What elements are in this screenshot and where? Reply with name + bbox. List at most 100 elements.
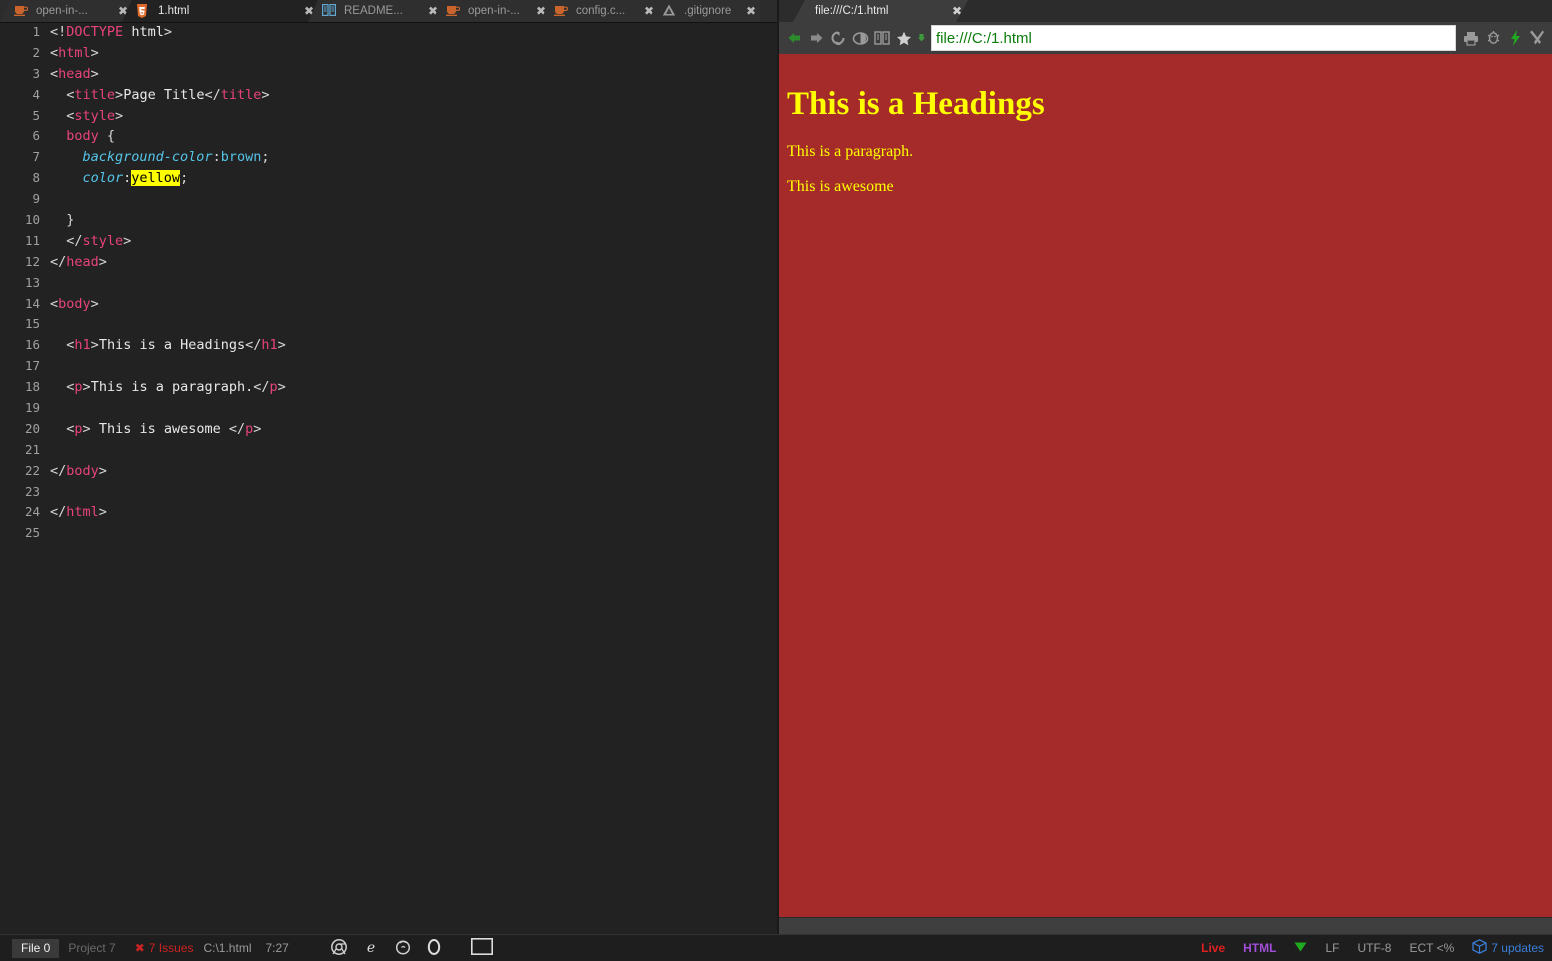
line-content[interactable]: background-color:brown; [50, 147, 269, 168]
editor-tab-1-html[interactable]: 1.html✖ [122, 0, 318, 22]
status-file-chip[interactable]: File 0 [12, 939, 59, 958]
triangle-down-icon[interactable] [1294, 941, 1307, 955]
status-template-engine[interactable]: ECT <% [1409, 941, 1454, 955]
line-content[interactable]: <body> [50, 294, 99, 315]
eye-icon[interactable] [849, 26, 871, 50]
forward-arrow-icon[interactable] [805, 26, 827, 50]
code-line[interactable]: 23 [0, 482, 777, 503]
ie-icon[interactable]: e [363, 939, 379, 958]
code-line[interactable]: 17 [0, 356, 777, 377]
close-icon[interactable]: ✖ [296, 6, 314, 16]
status-encoding[interactable]: UTF-8 [1357, 941, 1391, 955]
line-content[interactable]: <style> [50, 106, 123, 127]
firefox-icon[interactable] [395, 939, 411, 958]
printer-icon[interactable] [1460, 26, 1482, 50]
code-line[interactable]: 5 <style> [0, 106, 777, 127]
line-content[interactable]: </html> [50, 502, 107, 523]
line-content[interactable]: <html> [50, 43, 99, 64]
opera-icon[interactable] [427, 939, 441, 958]
reload-icon[interactable] [827, 26, 849, 50]
horizontal-scrollbar[interactable] [779, 917, 1552, 935]
window-icon[interactable] [471, 938, 493, 958]
code-line[interactable]: 12</head> [0, 252, 777, 273]
code-line[interactable]: 24</html> [0, 502, 777, 523]
status-issues[interactable]: ✖ 7 Issues [135, 941, 194, 955]
code-line[interactable]: 4 <title>Page Title</title> [0, 85, 777, 106]
line-content[interactable]: } [50, 210, 74, 231]
line-content[interactable]: body { [50, 126, 115, 147]
line-content[interactable]: <head> [50, 64, 99, 85]
url-bar[interactable]: file:///C:/1.html [931, 25, 1456, 51]
line-content[interactable]: <title>Page Title</title> [50, 85, 270, 106]
status-language[interactable]: HTML [1243, 941, 1276, 955]
line-number: 22 [0, 461, 50, 482]
line-number: 3 [0, 64, 50, 85]
wrench-icon[interactable] [1526, 26, 1548, 50]
close-icon[interactable]: ✖ [528, 6, 546, 16]
close-icon[interactable]: ✖ [110, 6, 128, 16]
line-content[interactable]: color:yellow; [50, 168, 188, 189]
code-line[interactable]: 25 [0, 523, 777, 544]
book-icon[interactable] [871, 26, 893, 50]
code-editor[interactable]: 1<!DOCTYPE html>2<html>3<head>4 <title>P… [0, 22, 777, 935]
code-line[interactable]: 3<head> [0, 64, 777, 85]
close-icon[interactable]: ✖ [636, 6, 654, 16]
lightning-icon[interactable] [1504, 26, 1526, 50]
rendered-page: This is a Headings This is a paragraph. … [779, 54, 1552, 196]
page-paragraph-2: This is awesome [787, 178, 1544, 196]
line-content[interactable]: <!DOCTYPE html> [50, 22, 172, 43]
status-line-ending[interactable]: LF [1325, 941, 1339, 955]
line-number: 4 [0, 85, 50, 106]
code-line[interactable]: 18 <p>This is a paragraph.</p> [0, 377, 777, 398]
code-line[interactable]: 9 [0, 189, 777, 210]
code-line[interactable]: 13 [0, 273, 777, 294]
code-line[interactable]: 6 body { [0, 126, 777, 147]
line-content[interactable]: <p> This is awesome </p> [50, 419, 261, 440]
code-line[interactable]: 2<html> [0, 43, 777, 64]
line-content[interactable]: </body> [50, 461, 107, 482]
editor-tab-config-c-[interactable]: config.c...✖ [540, 0, 658, 22]
line-number: 12 [0, 252, 50, 273]
line-content[interactable]: </style> [50, 231, 131, 252]
chrome-icon[interactable] [331, 939, 347, 958]
code-line[interactable]: 16 <h1>This is a Headings</h1> [0, 335, 777, 356]
status-live-badge[interactable]: Live [1201, 941, 1225, 955]
chevron-down-icon[interactable] [915, 26, 927, 50]
code-line[interactable]: 1<!DOCTYPE html> [0, 22, 777, 43]
star-icon[interactable] [893, 26, 915, 50]
status-updates[interactable]: 7 updates [1472, 939, 1544, 957]
code-line[interactable]: 11 </style> [0, 231, 777, 252]
close-icon[interactable]: ✖ [420, 6, 438, 16]
code-line[interactable]: 20 <p> This is awesome </p> [0, 419, 777, 440]
line-number: 11 [0, 231, 50, 252]
line-content[interactable]: <p>This is a paragraph.</p> [50, 377, 286, 398]
close-icon[interactable]: ✖ [952, 6, 962, 16]
code-line[interactable]: 8 color:yellow; [0, 168, 777, 189]
code-line[interactable]: 7 background-color:brown; [0, 147, 777, 168]
status-cursor-position[interactable]: 7:27 [265, 941, 288, 955]
code-line[interactable]: 15 [0, 314, 777, 335]
code-line[interactable]: 10 } [0, 210, 777, 231]
editor-tab-open-in-[interactable]: open-in-...✖ [432, 0, 550, 22]
code-line[interactable]: 14<body> [0, 294, 777, 315]
line-number: 24 [0, 502, 50, 523]
line-content[interactable]: <h1>This is a Headings</h1> [50, 335, 286, 356]
line-number: 16 [0, 335, 50, 356]
svg-text:e: e [367, 940, 375, 955]
code-line[interactable]: 21 [0, 440, 777, 461]
line-content[interactable]: </head> [50, 252, 107, 273]
code-line[interactable]: 19 [0, 398, 777, 419]
editor-tab-open-in-[interactable]: open-in-... ✖ [0, 0, 132, 22]
code-line[interactable]: 22</body> [0, 461, 777, 482]
back-arrow-icon[interactable] [783, 26, 805, 50]
bug-icon[interactable] [1482, 26, 1504, 50]
browser-tab[interactable]: file:///C:/1.html ✖ [793, 0, 968, 22]
status-project-chip[interactable]: Project 7 [59, 939, 124, 958]
html5-icon [136, 4, 152, 18]
editor-tab--gitignore[interactable]: .gitignore✖ [648, 0, 760, 22]
line-number: 20 [0, 419, 50, 440]
url-text[interactable]: file:///C:/1.html [936, 30, 1032, 47]
close-icon[interactable]: ✖ [738, 6, 756, 16]
editor-tab-readme-[interactable]: README...✖ [308, 0, 442, 22]
editor-tab-label: open-in-... [36, 5, 88, 17]
